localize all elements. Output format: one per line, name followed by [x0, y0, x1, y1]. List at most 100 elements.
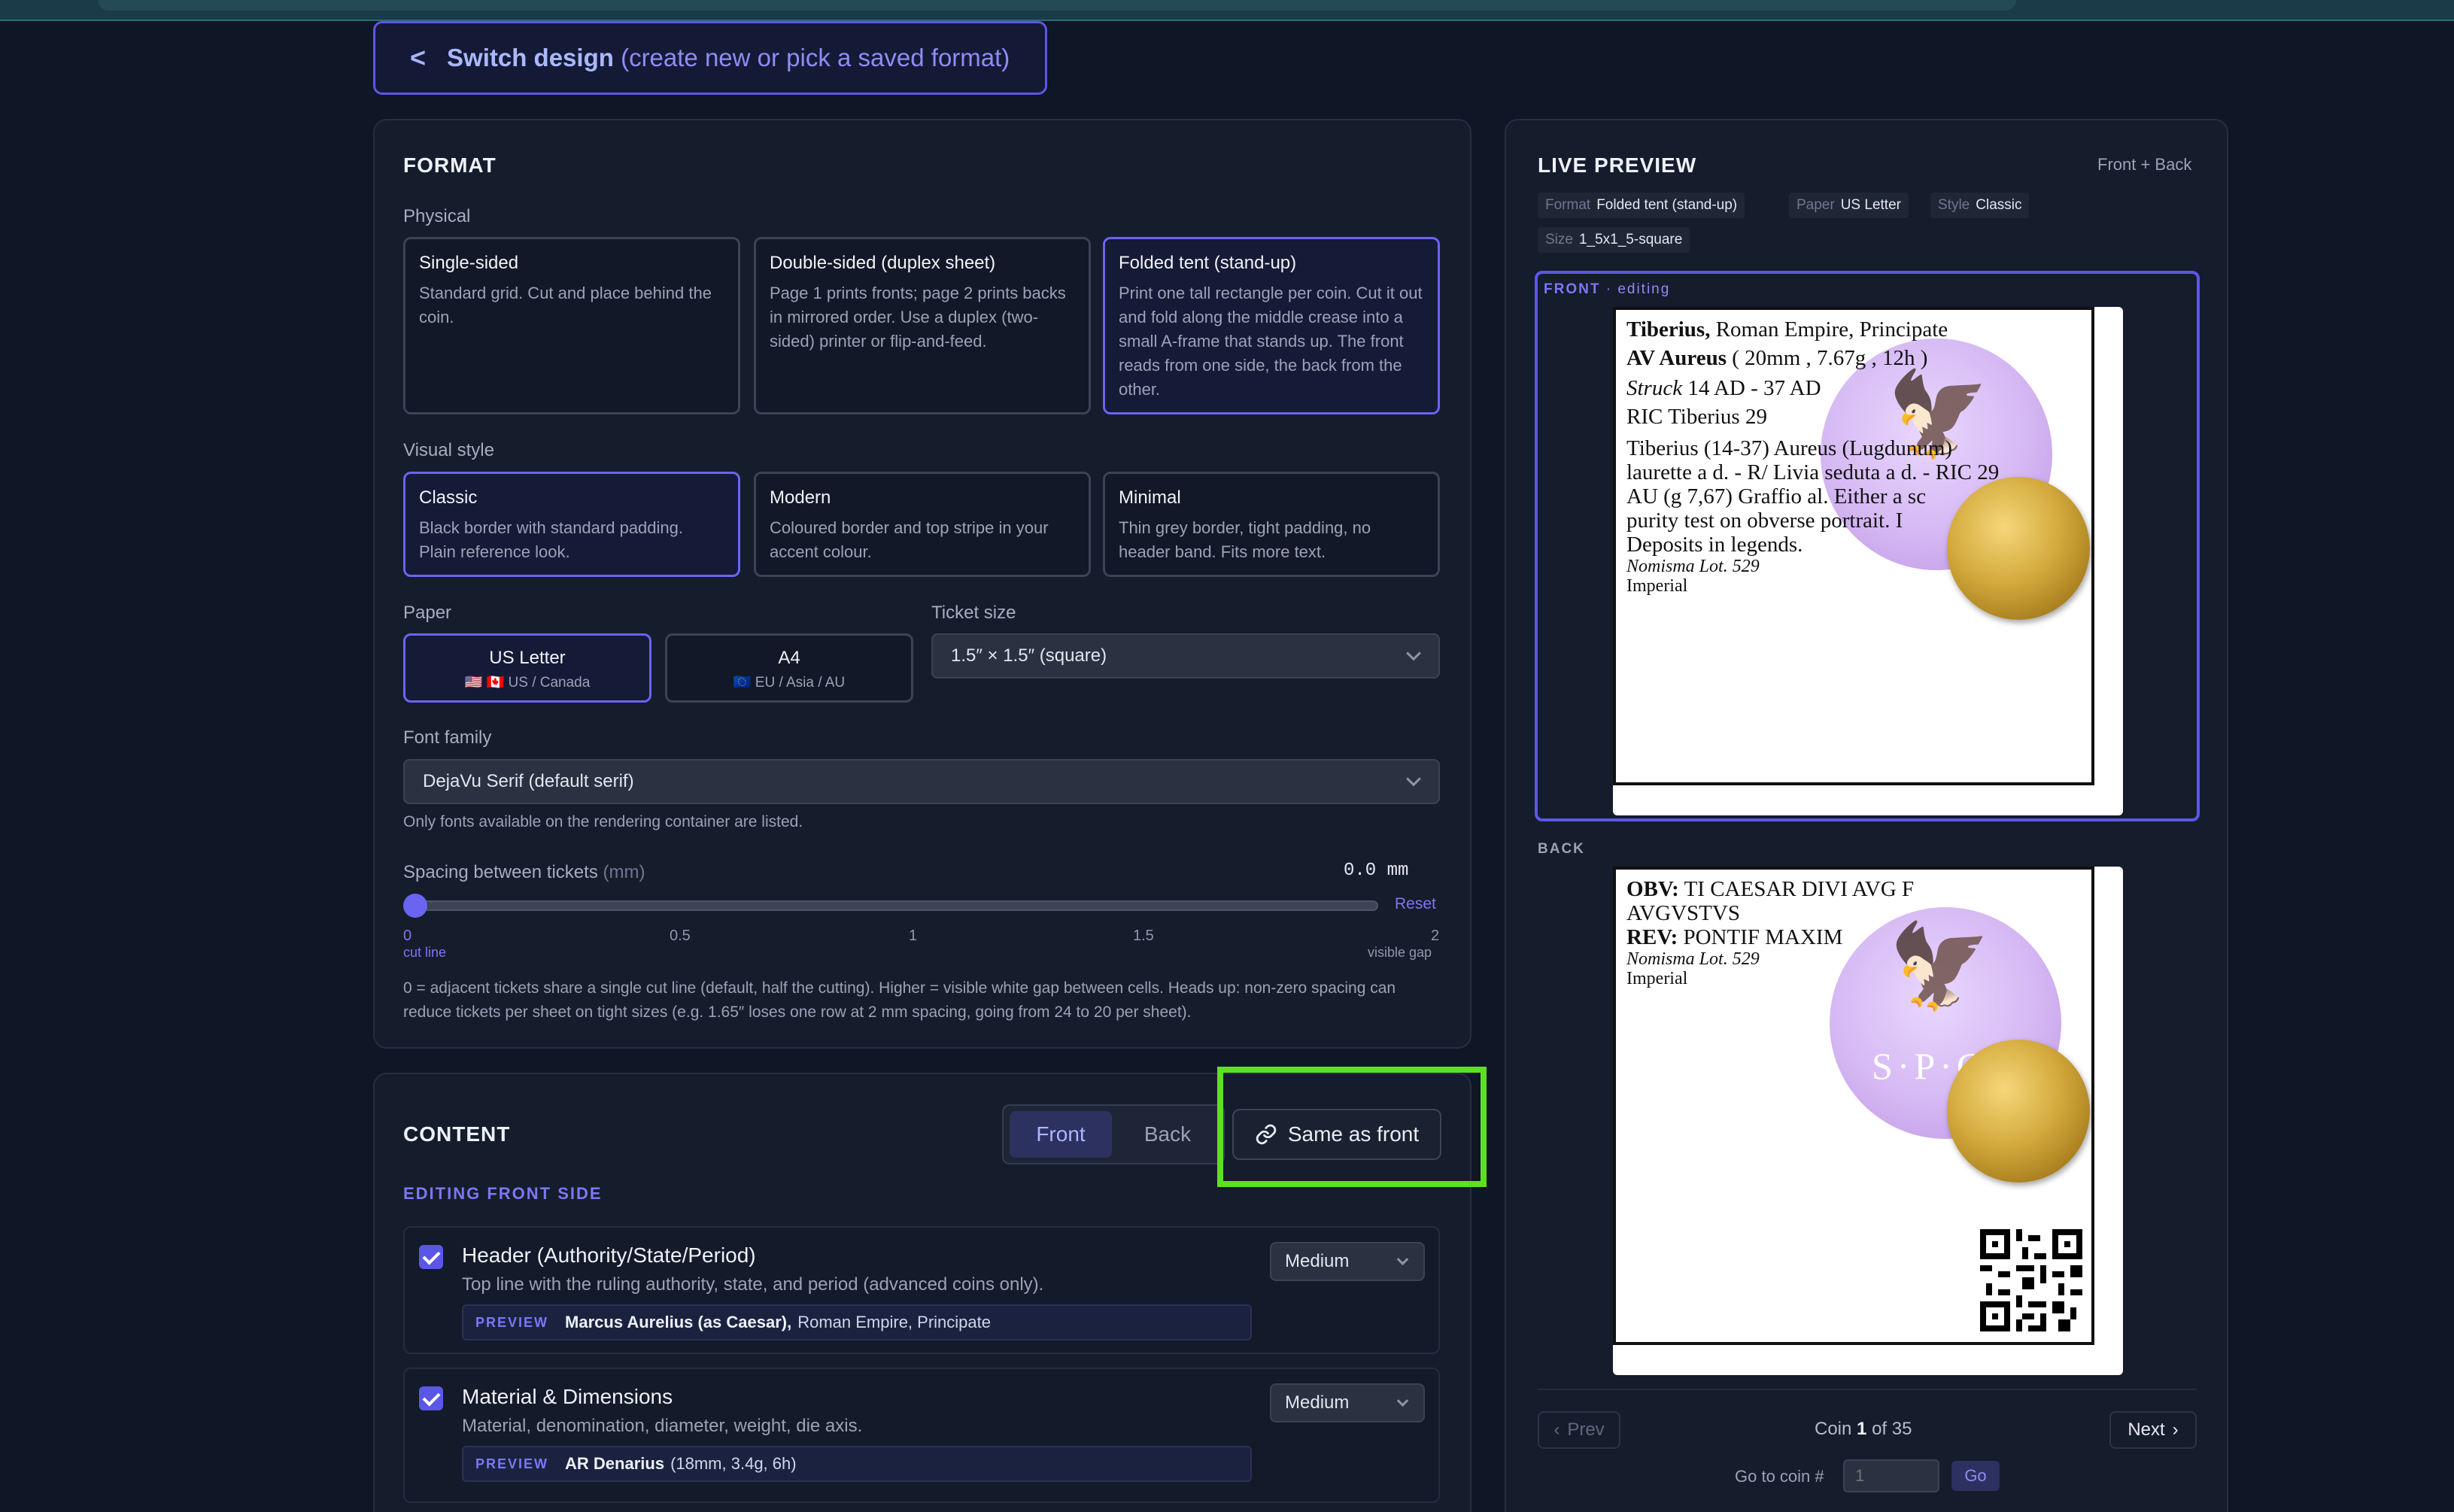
chevron-down-icon — [1396, 1395, 1409, 1407]
chevron-left-icon: ‹ — [1553, 1419, 1560, 1440]
spacing-note: 0 = adjacent tickets share a single cut … — [403, 979, 1396, 1021]
front-l4: RIC Tiberius 29 — [1626, 405, 1767, 429]
card-desc: Thin grey border, tight padding, no head… — [1119, 518, 1371, 561]
tick-1-5: 1.5 — [1133, 928, 1154, 944]
coin-number: 1 — [1857, 1419, 1867, 1439]
chip-key: Size — [1545, 232, 1573, 247]
front-l6: laurette a d. - R/ Livia seduta a d. - R… — [1626, 460, 2000, 484]
tick-visible-gap: visible gap — [1368, 945, 1432, 960]
qr-code-icon — [1980, 1229, 2082, 1331]
back-lot: Nomisma Lot. 529 — [1626, 949, 1760, 969]
next-button[interactable]: Next › — [2109, 1411, 2197, 1449]
preview-bold: Marcus Aurelius (as Caesar), — [565, 1313, 792, 1331]
card-desc: Standard grid. Cut and place behind the … — [419, 284, 712, 326]
chevron-down-icon — [1406, 771, 1421, 787]
front-l1-rest: Roman Empire, Principate — [1715, 317, 1948, 342]
tick-0: 0 — [403, 928, 412, 944]
coin-suffix: of 35 — [1872, 1419, 1912, 1439]
material-checkbox[interactable] — [419, 1386, 443, 1410]
front-l10: Nomisma Lot. 529 — [1626, 557, 1760, 576]
prev-label: Prev — [1567, 1419, 1605, 1440]
front-l7: AU (g 7,67) Graffio al. Either a sc — [1626, 484, 1927, 509]
spacing-slider-thumb[interactable] — [403, 894, 427, 918]
browser-top-bar — [0, 0, 2454, 21]
card-title: Folded tent (stand-up) — [1119, 253, 1297, 273]
style-modern[interactable]: Modern Coloured border and top stripe in… — [754, 472, 1091, 577]
back-label: BACK — [1538, 841, 1585, 857]
paper-label: Paper — [403, 603, 452, 623]
switch-design-button[interactable]: < Switch design (create new or pick a sa… — [373, 21, 1047, 95]
card-desc: Page 1 prints fronts; page 2 prints back… — [770, 284, 1066, 351]
front-l9: Deposits in legends. — [1626, 533, 1803, 557]
preview-tag: PREVIEW — [475, 1456, 549, 1471]
tab-front[interactable]: Front — [1010, 1111, 1112, 1158]
back-obv-value: TI CAESAR DIVI AVG F — [1684, 877, 1915, 901]
chevron-right-icon: › — [2172, 1419, 2179, 1440]
chip-key: Style — [1938, 197, 1970, 213]
go-button[interactable]: Go — [1951, 1461, 2000, 1491]
front-ticket: 🦅 Tiberius, Roman Empire, Principate AV … — [1613, 307, 2094, 785]
chip-value: 1_5x1_5-square — [1578, 232, 1683, 247]
font-family-select[interactable]: DejaVu Serif (default serif) — [403, 759, 1440, 804]
highlight-box — [1217, 1067, 1487, 1187]
chevron-down-icon — [1406, 645, 1421, 661]
paper-us-letter[interactable]: US Letter 🇺🇸 🇨🇦 US / Canada — [403, 633, 651, 703]
tick-2: 2 — [1431, 928, 1440, 944]
card-title: Minimal — [1119, 487, 1181, 508]
card-title: Modern — [770, 487, 831, 508]
paper-sub: 🇪🇺 EU / Asia / AU — [733, 675, 846, 691]
physical-double-sided[interactable]: Double-sided (duplex sheet) Page 1 print… — [754, 237, 1091, 414]
physical-single-sided[interactable]: Single-sided Standard grid. Cut and plac… — [403, 237, 740, 414]
chip-style: Style Classic — [1930, 193, 2030, 218]
spacing-label-text: Spacing between tickets — [403, 862, 598, 882]
style-classic[interactable]: Classic Black border with standard paddi… — [403, 472, 740, 577]
coin-counter: Coin 1 of 35 — [1815, 1419, 1912, 1440]
front-l3-ital: Struck — [1626, 376, 1683, 400]
chip-value: US Letter — [1840, 197, 1901, 213]
spacing-slider-track[interactable] — [405, 900, 1378, 911]
front-l8: purity test on obverse portrait. I — [1626, 509, 1903, 533]
goto-label: Go to coin # — [1735, 1467, 1824, 1486]
material-preview: PREVIEW AR Denarius (18mm, 3.4g, 6h) — [462, 1446, 1252, 1482]
back-obv-key: OBV: — [1626, 877, 1679, 901]
coin-reverse-image — [1947, 1040, 2090, 1183]
tick-cut-line: cut line — [403, 945, 447, 960]
ticket-size-select[interactable]: 1.5″ × 1.5″ (square) — [931, 633, 1440, 679]
switch-design-title: Switch design — [447, 44, 614, 71]
paper-a4[interactable]: A4 🇪🇺 EU / Asia / AU — [665, 633, 913, 703]
tab-back[interactable]: Back — [1116, 1111, 1219, 1158]
preview-mode: Front + Back — [2097, 155, 2192, 174]
front-l2-bold: AV Aureus — [1626, 346, 1727, 370]
spacing-value: 0.0 mm — [1344, 861, 1409, 881]
physical-folded-tent[interactable]: Folded tent (stand-up) Print one tall re… — [1103, 237, 1440, 414]
card-title: Classic — [419, 487, 478, 508]
card-desc: Black border with standard padding. Plai… — [419, 518, 683, 561]
header-size-select[interactable]: Medium — [1270, 1242, 1425, 1281]
front-label: FRONT · editing — [1544, 281, 1670, 298]
card-title: Single-sided — [419, 253, 519, 273]
tick-1: 1 — [909, 928, 918, 944]
font-family-label: Font family — [403, 727, 492, 748]
header-preview: PREVIEW Marcus Aurelius (as Caesar), Rom… — [462, 1304, 1252, 1340]
style-minimal[interactable]: Minimal Thin grey border, tight padding,… — [1103, 472, 1440, 577]
preview-tag: PREVIEW — [475, 1314, 549, 1330]
reset-link[interactable]: Reset — [1395, 895, 1436, 913]
chip-size: Size 1_5x1_5-square — [1538, 227, 1690, 253]
goto-coin-input[interactable] — [1843, 1459, 1939, 1492]
row-desc: Material, denomination, diameter, weight… — [462, 1416, 863, 1436]
preview-bold: AR Denarius — [565, 1454, 665, 1473]
material-size-select[interactable]: Medium — [1270, 1383, 1425, 1422]
front-l11: Imperial — [1626, 576, 1688, 596]
visual-style-label: Visual style — [403, 440, 494, 460]
prev-button[interactable]: ‹ Prev — [1538, 1411, 1620, 1449]
header-checkbox[interactable] — [419, 1245, 443, 1269]
divider — [1538, 1389, 2197, 1390]
front-l5: Tiberius (14-37) Aureus (Lugdunum) — [1626, 436, 1953, 460]
size-value: Medium — [1285, 1251, 1350, 1271]
back-obv-value-2: AVGVSTVS — [1626, 901, 1740, 925]
ticket-size-value: 1.5″ × 1.5″ (square) — [951, 645, 1107, 666]
address-bar[interactable] — [98, 0, 2016, 11]
tick-0-5: 0.5 — [670, 928, 691, 944]
front-state: · editing — [1605, 281, 1671, 297]
chip-value: Classic — [1976, 197, 2022, 213]
